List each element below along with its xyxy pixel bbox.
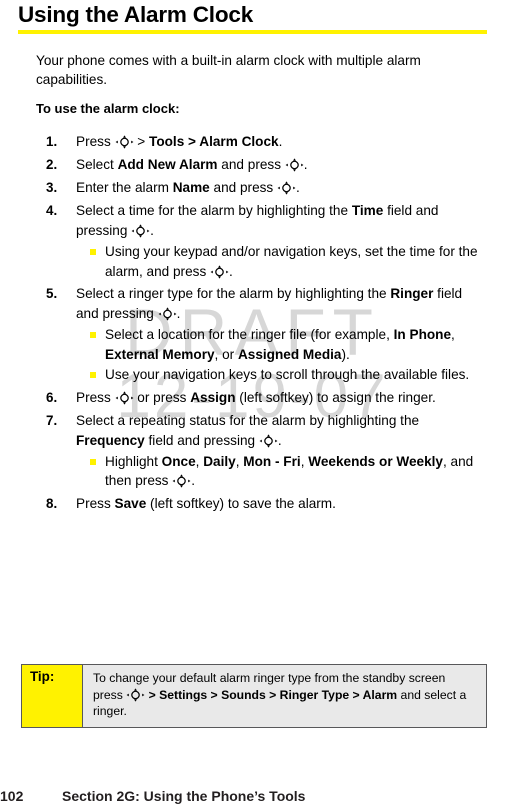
step-number: 2. (46, 157, 58, 172)
navigation-key-icon (131, 224, 150, 238)
sub-bullet-text: Using your keypad and/or navigation keys… (105, 244, 478, 279)
step-text: Press > Tools > Alarm Clock. (76, 134, 283, 149)
emphasized-term: Ringer (390, 286, 434, 301)
tip-body-text: To change your default alarm ringer type… (93, 671, 467, 718)
emphasized-term: Name (172, 180, 210, 195)
step-text: Select a repeating status for the alarm … (76, 412, 420, 448)
step-number: 1. (46, 134, 58, 149)
procedure-step: 6. Press or press Assign (left softkey) t… (0, 388, 505, 408)
navigation-key-icon (277, 181, 296, 195)
step-text: Select a time for the alarm by highlight… (76, 203, 439, 238)
step-number: 6. (46, 389, 58, 405)
step-text: Select Add New Alarm and press . (76, 157, 308, 172)
emphasized-term: Add New Alarm (117, 157, 218, 172)
emphasized-term: Assign (190, 389, 236, 405)
emphasized-term: Weekends or Weekly (308, 453, 443, 469)
procedure-step: 8. Press Save (left softkey) to save the … (0, 494, 505, 514)
step-sub-bullet-item: Using your keypad and/or navigation keys… (0, 242, 505, 281)
intro-paragraph: Your phone comes with a built-in alarm c… (36, 53, 421, 87)
procedure-step: 1. Press > Tools > Alarm Clock. (0, 132, 505, 152)
page-title: Using the Alarm Clock (18, 2, 254, 27)
procedure-step: 3. Enter the alarm Name and press . (0, 178, 505, 198)
step-text: Press or press Assign (left softkey) to … (76, 389, 436, 405)
emphasized-term: > Settings > Sounds > Ringer Type > Alar… (148, 687, 398, 702)
procedure-step: 2. Select Add New Alarm and press . (0, 155, 505, 175)
navigation-key-icon (285, 158, 304, 172)
step-number: 7. (46, 412, 58, 428)
navigation-key-icon (172, 474, 191, 488)
emphasized-term: Time (351, 203, 384, 218)
square-bullet-icon (90, 372, 96, 378)
page-footer: 102 Section 2G: Using the Phone’s Tools (0, 788, 505, 811)
step-number: 8. (46, 495, 58, 511)
square-bullet-icon (90, 332, 96, 338)
emphasized-term: External Memory (105, 346, 215, 362)
sub-bullet-text: Select a location for the ringer file (f… (105, 327, 455, 362)
procedure-step: 7. Select a repeating status for the alar… (0, 411, 505, 491)
emphasized-term: Assigned Media (237, 346, 342, 362)
step-text: Press Save (left softkey) to save the al… (76, 495, 336, 511)
emphasized-term: Save (114, 495, 147, 511)
emphasized-term: Frequency (76, 432, 145, 448)
sub-bullet-text: Highlight Once, Daily, Mon - Fri, Weeken… (105, 453, 474, 489)
footer-page-number: 102 (0, 788, 24, 804)
step-text: Enter the alarm Name and press . (76, 180, 300, 195)
navigation-key-icon (259, 433, 278, 448)
emphasized-term: > (184, 134, 200, 149)
emphasized-term: Mon - Fri (243, 453, 301, 469)
procedure-step: 5. Select a ringer type for the alarm by … (0, 284, 505, 385)
step-sub-bullet-item: Select a location for the ringer file (f… (0, 325, 505, 364)
emphasized-term: Tools (149, 134, 185, 149)
step-sub-bullet-item: Highlight Once, Daily, Mon - Fri, Weeken… (0, 452, 505, 491)
navigation-key-icon (115, 135, 134, 149)
emphasized-term: Alarm Clock (199, 134, 279, 149)
tip-label: Tip: (22, 665, 83, 727)
procedure-step: 4. Select a time for the alarm by highlig… (0, 201, 505, 281)
square-bullet-icon (90, 458, 96, 465)
title-underline-rule (18, 30, 487, 34)
navigation-key-icon (126, 687, 145, 702)
footer-section-title: Section 2G: Using the Phone’s Tools (62, 788, 306, 804)
step-number: 5. (46, 286, 58, 301)
emphasized-term: Once (161, 453, 196, 469)
navigation-key-icon (210, 264, 229, 279)
procedure-step-list: 1. Press > Tools > Alarm Clock. 2. Select A… (0, 132, 505, 517)
navigation-key-icon (115, 390, 134, 405)
step-text: Select a ringer type for the alarm by hi… (76, 286, 463, 321)
step-sub-bullet-item: Use your navigation keys to scroll throu… (0, 365, 505, 385)
sub-bullet-text: Use your navigation keys to scroll throu… (105, 367, 470, 382)
square-bullet-icon (90, 249, 96, 255)
procedure-lead-in: To use the alarm clock: (36, 101, 180, 116)
manual-page: Using the Alarm Clock Your phone comes w… (0, 0, 505, 811)
tip-callout-box: Tip: To change your default alarm ringer… (21, 664, 487, 728)
step-number: 3. (46, 180, 58, 195)
emphasized-term: In Phone (393, 327, 452, 342)
emphasized-term: Daily (203, 453, 236, 469)
step-number: 4. (46, 203, 58, 218)
navigation-key-icon (158, 307, 177, 321)
